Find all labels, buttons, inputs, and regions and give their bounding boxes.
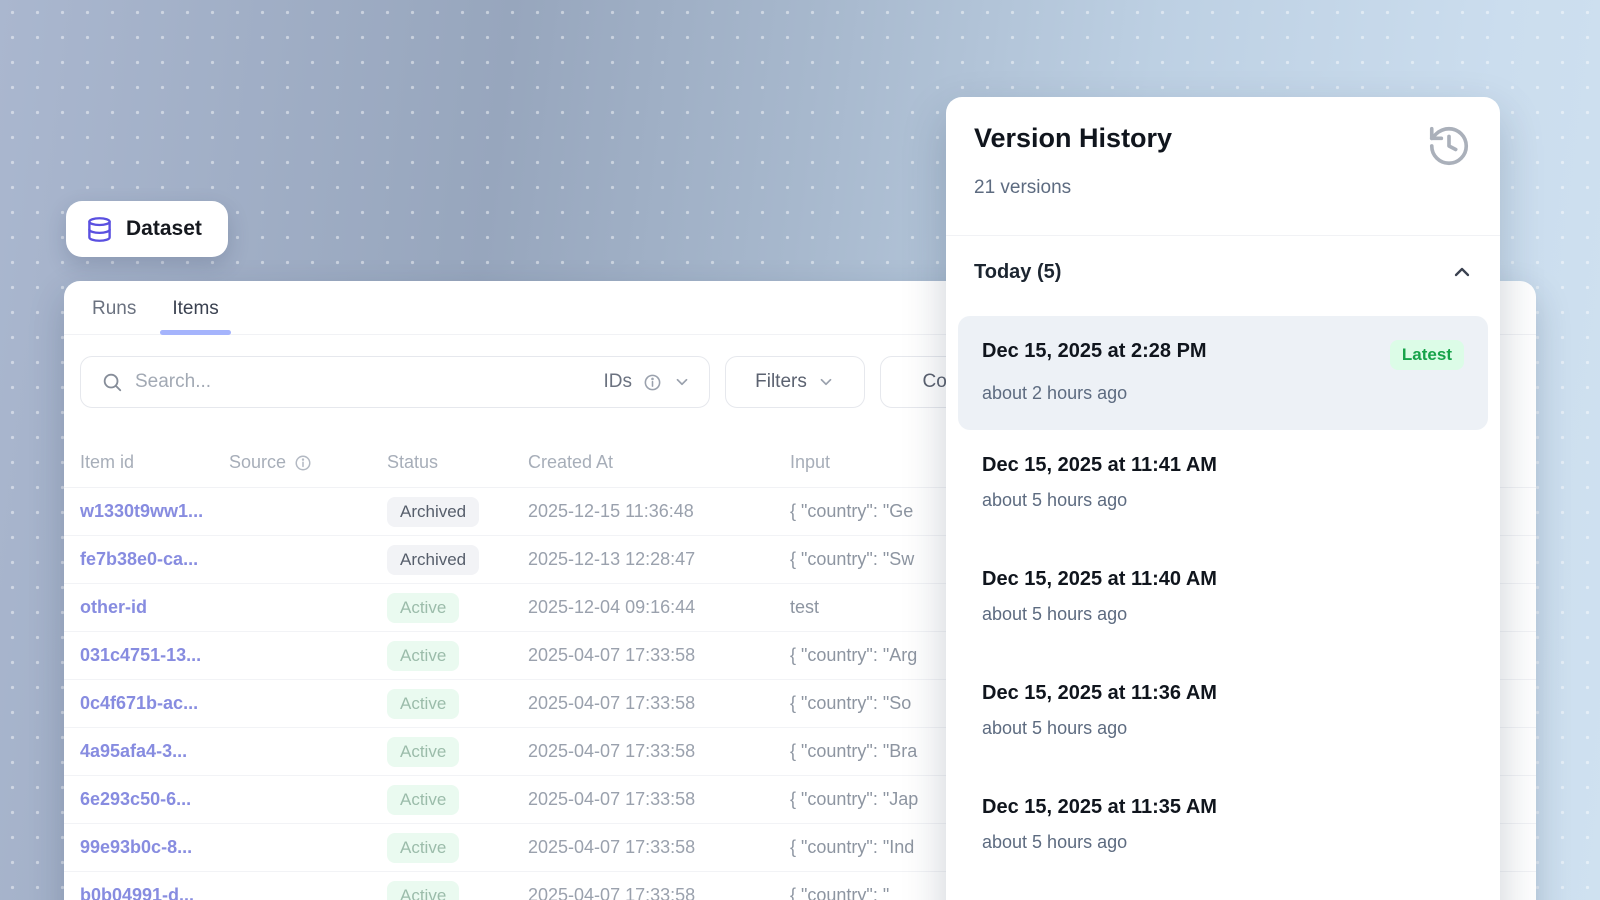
created-at-cell: 2025-12-13 12:28:47 (528, 549, 790, 570)
version-history-panel: Version History 21 versions Today (5) (946, 97, 1500, 900)
status-badge: Active (387, 641, 459, 671)
tab-items[interactable]: Items (172, 298, 218, 334)
created-at-cell: 2025-04-07 17:33:58 (528, 789, 790, 810)
latest-badge: Latest (1390, 340, 1464, 370)
created-at-cell: 2025-04-07 17:33:58 (528, 645, 790, 666)
dataset-chip-label: Dataset (126, 217, 202, 241)
item-id-link[interactable]: 6e293c50-6... (80, 789, 229, 810)
version-entry[interactable]: Dec 15, 2025 at 2:28 PM Latest about 2 h… (958, 316, 1488, 430)
column-header-status: Status (387, 452, 528, 473)
item-id-link[interactable]: w1330t9ww1... (80, 501, 229, 522)
version-entry-title: Dec 15, 2025 at 11:36 AM (982, 682, 1217, 705)
filters-button-label: Filters (755, 371, 807, 393)
tab-runs[interactable]: Runs (92, 298, 136, 334)
version-entry-time: about 2 hours ago (982, 383, 1464, 404)
ids-dropdown-label: IDs (604, 371, 633, 393)
item-id-link[interactable]: 4a95afa4-3... (80, 741, 229, 762)
created-at-cell: 2025-04-07 17:33:58 (528, 693, 790, 714)
column-header-source: Source (229, 452, 387, 473)
version-group-label: Today (5) (974, 261, 1061, 284)
created-at-cell: 2025-12-15 11:36:48 (528, 501, 790, 522)
version-history-title: Version History (974, 123, 1172, 154)
status-badge: Active (387, 785, 459, 815)
chevron-down-icon (673, 373, 691, 391)
item-id-link[interactable]: 0c4f671b-ac... (80, 693, 229, 714)
item-id-link[interactable]: b0b04991-d... (80, 885, 229, 900)
status-badge: Archived (387, 497, 479, 527)
chevron-up-icon[interactable] (1450, 260, 1474, 284)
info-icon[interactable] (643, 373, 662, 392)
created-at-cell: 2025-04-07 17:33:58 (528, 885, 790, 900)
status-badge: Active (387, 881, 459, 900)
version-entry[interactable]: Dec 15, 2025 at 11:36 AM about 5 hours a… (958, 658, 1488, 772)
version-entry-time: about 5 hours ago (982, 718, 1464, 739)
created-at-cell: 2025-04-07 17:33:58 (528, 837, 790, 858)
version-entry-time: about 5 hours ago (982, 832, 1464, 853)
database-icon (86, 216, 113, 243)
version-entry-time: about 5 hours ago (982, 604, 1464, 625)
version-entry[interactable]: Dec 15, 2025 at 11:40 AM about 5 hours a… (958, 544, 1488, 658)
version-entry[interactable]: Dec 15, 2025 at 11:35 AM about 5 hours a… (958, 772, 1488, 886)
version-entry-list: Dec 15, 2025 at 2:28 PM Latest about 2 h… (946, 316, 1500, 886)
status-badge: Active (387, 737, 459, 767)
info-icon[interactable] (294, 454, 312, 472)
app-background: Dataset Runs Items IDs (0, 0, 1600, 900)
created-at-cell: 2025-12-04 09:16:44 (528, 597, 790, 618)
version-group-today[interactable]: Today (5) (974, 260, 1474, 284)
version-entry-title: Dec 15, 2025 at 11:41 AM (982, 454, 1217, 477)
version-history-header: Version History (946, 97, 1500, 169)
column-header-created-at: Created At (528, 452, 790, 473)
version-entry-time: about 5 hours ago (982, 490, 1464, 511)
item-id-link[interactable]: fe7b38e0-ca... (80, 549, 229, 570)
search-box[interactable]: IDs (80, 356, 710, 408)
chevron-down-icon (817, 373, 835, 391)
version-count: 21 versions (974, 177, 1472, 199)
status-badge: Archived (387, 545, 479, 575)
status-badge: Active (387, 833, 459, 863)
dataset-chip[interactable]: Dataset (66, 201, 228, 257)
item-id-link[interactable]: other-id (80, 597, 229, 618)
divider (946, 235, 1500, 236)
item-id-link[interactable]: 031c4751-13... (80, 645, 229, 666)
item-id-link[interactable]: 99e93b0c-8... (80, 837, 229, 858)
version-entry-title: Dec 15, 2025 at 11:35 AM (982, 796, 1217, 819)
search-input[interactable] (135, 371, 592, 393)
ids-dropdown[interactable]: IDs (604, 371, 692, 393)
status-badge: Active (387, 593, 459, 623)
status-badge: Active (387, 689, 459, 719)
column-header-item-id: Item id (80, 452, 229, 473)
version-entry-title: Dec 15, 2025 at 11:40 AM (982, 568, 1217, 591)
search-icon (101, 371, 123, 393)
created-at-cell: 2025-04-07 17:33:58 (528, 741, 790, 762)
version-entry-title: Dec 15, 2025 at 2:28 PM (982, 340, 1207, 363)
version-entry[interactable]: Dec 15, 2025 at 11:41 AM about 5 hours a… (958, 430, 1488, 544)
history-clock-icon (1426, 123, 1472, 169)
filters-button[interactable]: Filters (725, 356, 865, 408)
